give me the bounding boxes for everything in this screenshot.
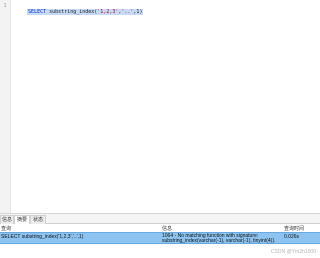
line-number-gutter: 1 — [0, 0, 11, 213]
sql-close: ,1) — [133, 9, 143, 15]
line-number: 1 — [3, 3, 7, 9]
code-line[interactable]: SELECT substring_index('1,2,3','..',1) — [15, 2, 144, 15]
tab-info[interactable]: 信息 — [0, 215, 14, 224]
query-cell: SELECT substring_index('1,2,3','..',1) — [1, 234, 84, 240]
sql-editor[interactable]: 1 SELECT substring_index('1,2,3','..',1) — [0, 0, 320, 213]
sql-arguments: '1,2,3','..' — [97, 9, 134, 15]
tab-status[interactable]: 状态 — [30, 215, 46, 224]
message-cell-line2: substring_index(varchar(-1), varchar(-1)… — [162, 238, 276, 244]
sql-keyword: SELECT — [28, 9, 47, 15]
watermark: CSDN @Yrn2h1000 — [270, 249, 316, 255]
table-row[interactable]: SELECT substring_index('1,2,3','..',1) 1… — [0, 232, 320, 244]
result-tabs: 信息 摘要 状态 — [0, 214, 320, 225]
selected-sql-text[interactable]: SELECT substring_index('1,2,3','..',1) — [27, 9, 144, 15]
sql-function: substring_index( — [46, 9, 98, 15]
time-cell: 0.026s — [284, 234, 300, 240]
